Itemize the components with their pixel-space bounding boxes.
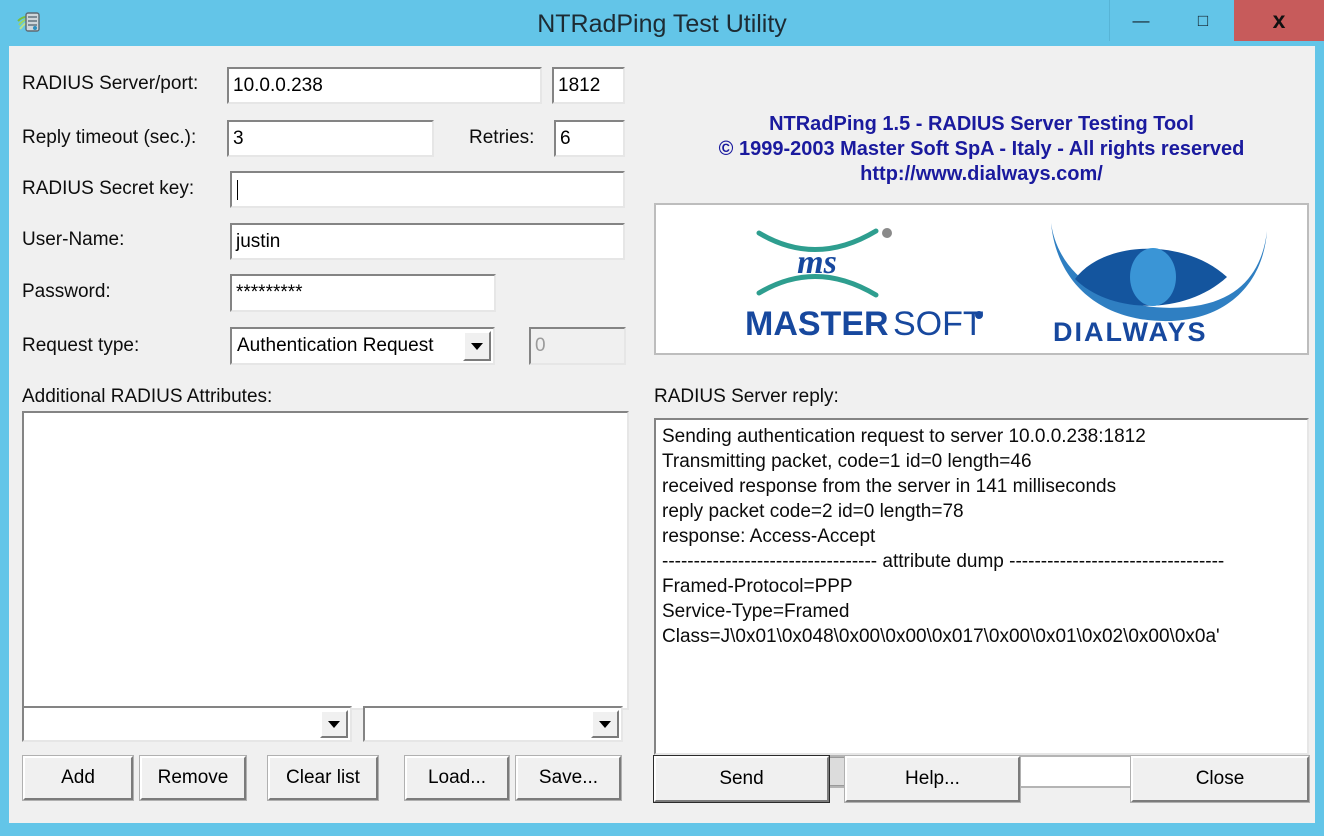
send-button[interactable]: Send <box>653 755 830 803</box>
svg-text:SOFT: SOFT <box>893 305 984 343</box>
radius-port-input[interactable]: 1812 <box>552 67 625 104</box>
brand-line-1: NTRadPing 1.5 - RADIUS Server Testing To… <box>769 113 1194 135</box>
attribute-name-combo[interactable] <box>22 706 352 742</box>
dialog-client-area: RADIUS Server/port: 10.0.0.238 1812 Repl… <box>9 46 1315 823</box>
reply-timeout-input[interactable]: 3 <box>227 120 434 157</box>
retries-input[interactable]: 6 <box>554 120 625 157</box>
clear-list-button[interactable]: Clear list <box>267 755 379 801</box>
chevron-down-icon[interactable] <box>320 710 348 738</box>
minimize-icon: — <box>1132 11 1150 30</box>
maximize-button[interactable]: □ <box>1172 0 1234 41</box>
request-type-label: Request type: <box>22 335 140 356</box>
brand-header: NTRadPing 1.5 - RADIUS Server Testing To… <box>654 112 1309 187</box>
brand-line-3: http://www.dialways.com/ <box>860 163 1103 185</box>
add-button[interactable]: Add <box>22 755 134 801</box>
load-button[interactable]: Load... <box>404 755 510 801</box>
additional-attributes-textarea[interactable] <box>22 411 629 710</box>
close-icon: x <box>1272 7 1286 33</box>
minimize-button[interactable]: — <box>1110 0 1172 41</box>
reply-text-content: Sending authentication request to server… <box>662 426 1225 647</box>
help-button[interactable]: Help... <box>844 755 1021 803</box>
request-type-value: Authentication Request <box>237 335 434 356</box>
attribute-value-combo[interactable] <box>363 706 623 742</box>
radius-server-label: RADIUS Server/port: <box>22 73 199 94</box>
brand-line-2: © 1999-2003 Master Soft SpA - Italy - Al… <box>718 138 1245 160</box>
additional-attributes-label: Additional RADIUS Attributes: <box>22 386 273 407</box>
svg-text:ms: ms <box>797 244 837 281</box>
logo-panel: ms MASTER SOFT DIALWAYS <box>654 203 1309 355</box>
text-caret <box>237 179 238 200</box>
radius-server-reply-label: RADIUS Server reply: <box>654 386 839 407</box>
close-button[interactable]: Close <box>1130 755 1310 803</box>
remove-button[interactable]: Remove <box>139 755 247 801</box>
user-name-input[interactable]: justin <box>230 223 625 260</box>
request-type-combo[interactable]: Authentication Request <box>230 327 495 365</box>
reply-timeout-label: Reply timeout (sec.): <box>22 127 197 148</box>
svg-text:MASTER: MASTER <box>745 305 889 343</box>
user-name-label: User-Name: <box>22 229 125 250</box>
svg-text:DIALWAYS: DIALWAYS <box>1053 317 1208 347</box>
app-window: NTRadPing Test Utility — □ x RADIUS Serv… <box>0 0 1324 836</box>
maximize-icon: □ <box>1197 11 1209 30</box>
password-input[interactable]: ********* <box>230 274 496 312</box>
save-button[interactable]: Save... <box>515 755 622 801</box>
mastersoft-logo: ms MASTER SOFT <box>741 215 1031 345</box>
chevron-down-icon[interactable] <box>591 710 619 738</box>
request-code-input: 0 <box>529 327 626 365</box>
password-label: Password: <box>22 281 111 302</box>
radius-secret-input[interactable] <box>230 171 625 208</box>
close-window-button[interactable]: x <box>1234 0 1324 41</box>
radius-server-input[interactable]: 10.0.0.238 <box>227 67 542 104</box>
dialways-logo: DIALWAYS <box>1041 213 1291 348</box>
radius-secret-label: RADIUS Secret key: <box>22 178 195 199</box>
title-bar[interactable]: NTRadPing Test Utility — □ x <box>0 0 1324 46</box>
radius-server-reply-output[interactable]: Sending authentication request to server… <box>654 418 1309 755</box>
retries-label: Retries: <box>469 127 535 148</box>
chevron-down-icon[interactable] <box>463 331 491 361</box>
